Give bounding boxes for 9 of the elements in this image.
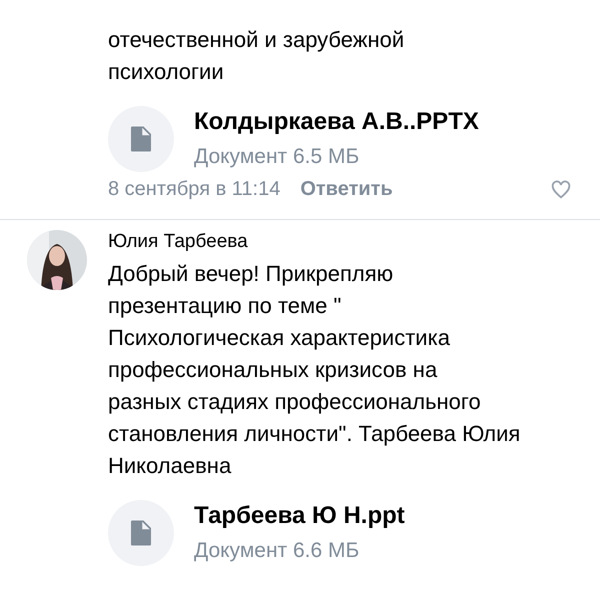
heart-icon[interactable]	[550, 178, 572, 200]
file-size: Документ 6.6 МБ	[194, 538, 360, 564]
file-name[interactable]: Колдыркаева А.В..PPTX	[194, 106, 479, 138]
comment-text: Добрый вечер! Прикрепляю презентацию по теме " Психологическая характеристика профессиональных кризисов на разных стадиях профессионального становления личности". Тарбеева Юлия Николаевна	[108, 260, 522, 480]
comment-text: отечественной и зарубежной психологии	[108, 26, 406, 86]
file-size: Документ 6.5 МБ	[194, 144, 360, 170]
file-name[interactable]: Тарбеева Ю Н.ppt	[194, 500, 405, 532]
author-name[interactable]: Юлия Тарбеева	[108, 228, 580, 256]
comment-date: 8 сентября в 11:14	[108, 178, 280, 201]
